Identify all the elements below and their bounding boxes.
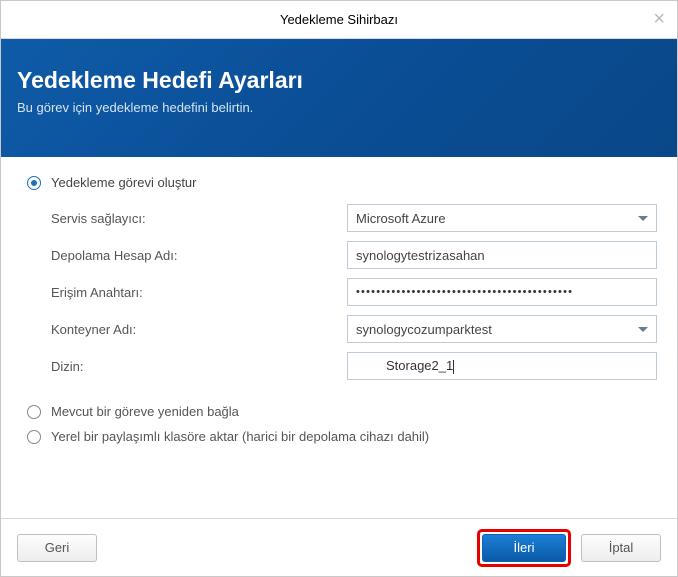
radio-icon — [27, 430, 41, 444]
create-task-form: Servis sağlayıcı: Microsoft Azure Depola… — [51, 204, 657, 380]
select-container[interactable]: synologycozumparktest — [347, 315, 657, 343]
label-access-key: Erişim Anahtarı: — [51, 285, 347, 300]
radio-icon — [27, 405, 41, 419]
radio-create-task[interactable]: Yedekleme görevi oluştur — [27, 175, 657, 190]
input-account[interactable] — [347, 241, 657, 269]
row-container: Konteyner Adı: synologycozumparktest — [51, 315, 657, 343]
input-directory[interactable]: Storage2_1 — [347, 352, 657, 380]
select-container-value: synologycozumparktest — [356, 322, 492, 337]
input-access-key[interactable]: ••••••••••••••••••••••••••••••••••••••••… — [347, 278, 657, 306]
header-title: Yedekleme Hedefi Ayarları — [17, 67, 661, 94]
header-banner: Yedekleme Hedefi Ayarları Bu görev için … — [1, 39, 677, 157]
footer-right: İleri İptal — [477, 529, 661, 567]
label-container: Konteyner Adı: — [51, 322, 347, 337]
label-account: Depolama Hesap Adı: — [51, 248, 347, 263]
row-access-key: Erişim Anahtarı: •••••••••••••••••••••••… — [51, 278, 657, 306]
radio-rebind-label: Mevcut bir göreve yeniden bağla — [51, 404, 239, 419]
content-area: Yedekleme görevi oluştur Servis sağlayıc… — [1, 157, 677, 518]
label-provider: Servis sağlayıcı: — [51, 211, 347, 226]
radio-icon — [27, 176, 41, 190]
footer: Geri İleri İptal — [1, 518, 677, 576]
radio-local-folder[interactable]: Yerel bir paylaşımlı klasöre aktar (hari… — [27, 429, 657, 444]
select-provider[interactable]: Microsoft Azure — [347, 204, 657, 232]
backup-wizard-dialog: Yedekleme Sihirbazı × Yedekleme Hedefi A… — [0, 0, 678, 577]
row-directory: Dizin: Storage2_1 — [51, 352, 657, 380]
back-button[interactable]: Geri — [17, 534, 97, 562]
radio-local-label: Yerel bir paylaşımlı klasöre aktar (hari… — [51, 429, 429, 444]
highlight-box: İleri — [477, 529, 571, 567]
chevron-down-icon — [638, 327, 648, 332]
label-directory: Dizin: — [51, 359, 347, 374]
cancel-button[interactable]: İptal — [581, 534, 661, 562]
next-button[interactable]: İleri — [482, 534, 566, 562]
chevron-down-icon — [638, 216, 648, 221]
row-account: Depolama Hesap Adı: — [51, 241, 657, 269]
header-subtitle: Bu görev için yedekleme hedefini belirti… — [17, 100, 661, 115]
radio-rebind-task[interactable]: Mevcut bir göreve yeniden bağla — [27, 404, 657, 419]
close-icon[interactable]: × — [653, 9, 665, 29]
dialog-title: Yedekleme Sihirbazı — [280, 12, 398, 27]
row-provider: Servis sağlayıcı: Microsoft Azure — [51, 204, 657, 232]
select-provider-value: Microsoft Azure — [356, 211, 446, 226]
radio-create-label: Yedekleme görevi oluştur — [51, 175, 197, 190]
input-directory-value: Storage2_1 — [356, 358, 454, 374]
titlebar: Yedekleme Sihirbazı × — [1, 1, 677, 39]
